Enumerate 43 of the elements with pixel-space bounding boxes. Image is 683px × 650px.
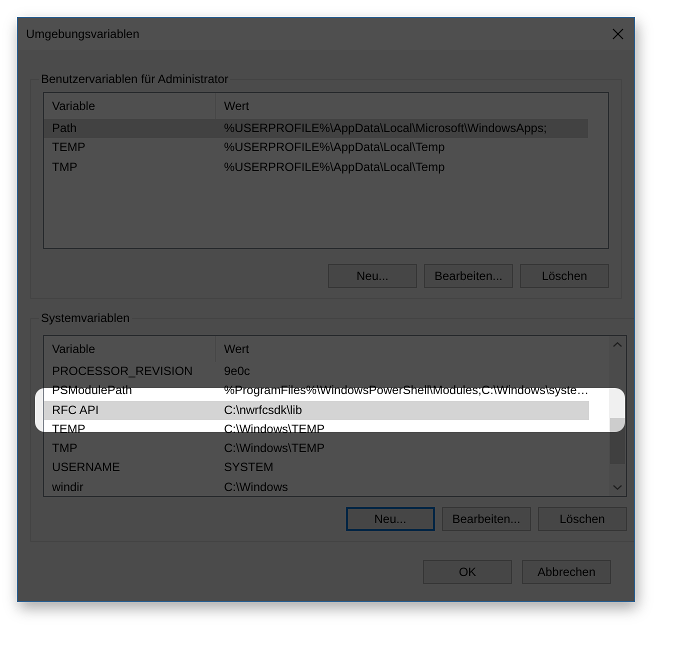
column-header[interactable]: Wert [216,93,608,119]
variable-name: Path [51,120,78,137]
list-row[interactable]: PROCESSOR_REVISION 9e0c [44,362,589,382]
scrollbar-thumb[interactable] [610,418,625,464]
variable-name: PROCESSOR_REVISION [51,363,194,380]
variable-value: SYSTEM [223,459,274,476]
variable-value: C:\nwrfcsdk\lib [223,402,304,419]
group-label: Systemvariablen [40,311,131,325]
dialog-button[interactable]: Neu... [328,264,417,288]
variable-name: windir [51,478,84,496]
list-row[interactable]: RFC API C:\nwrfcsdk\lib [44,400,589,420]
scroll-up-icon[interactable] [612,342,622,347]
dialog-button[interactable]: Löschen [520,264,609,288]
variable-name: TMP [51,158,78,176]
list-row[interactable]: USERNAME SYSTEM [44,458,589,478]
variable-value: C:\Windows [223,478,290,496]
ok-button[interactable]: OK [423,560,512,584]
list-row[interactable]: Path %USERPROFILE%\AppData\Local\Microsoft\WindowsApps; [44,119,588,138]
variable-name: TMP [51,440,78,458]
variable-name: USERNAME [51,459,122,476]
variable-value: %USERPROFILE%\AppData\Local\Temp [223,158,446,176]
variable-name: TEMP [51,139,86,156]
variable-value: %USERPROFILE%\AppData\Local\Temp [223,139,446,156]
variable-value: %USERPROFILE%\AppData\Local\Microsoft\WindowsApps; [223,120,548,137]
list-row[interactable]: TMP C:\Windows\TEMP [44,439,589,458]
cancel-button[interactable]: Abbrechen [522,560,611,584]
list-row[interactable]: TMP %USERPROFILE%\AppData\Local\Temp [44,158,588,177]
window-title: Umgebungsvariablen [26,27,140,41]
scroll-down-icon[interactable] [612,485,622,490]
variable-value: C:\Windows\TEMP [223,440,326,458]
dialog-button[interactable]: Löschen [538,507,627,531]
variable-name: RFC API [51,402,100,419]
dialog-button[interactable]: Bearbeiten... [442,507,531,531]
group-label: Benutzervariablen für Administrator [40,72,230,86]
dialog-button[interactable]: Bearbeiten... [424,264,513,288]
column-header[interactable]: Variable [44,336,216,362]
column-header[interactable]: Wert [216,336,609,362]
scrollbar[interactable] [608,336,626,496]
close-icon[interactable] [612,28,624,40]
list-row[interactable]: windir C:\Windows [44,478,589,496]
dialog-button[interactable]: Neu... [346,507,435,531]
list-row[interactable]: TEMP %USERPROFILE%\AppData\Local\Temp [44,138,588,158]
variable-value: 9e0c [223,363,252,380]
